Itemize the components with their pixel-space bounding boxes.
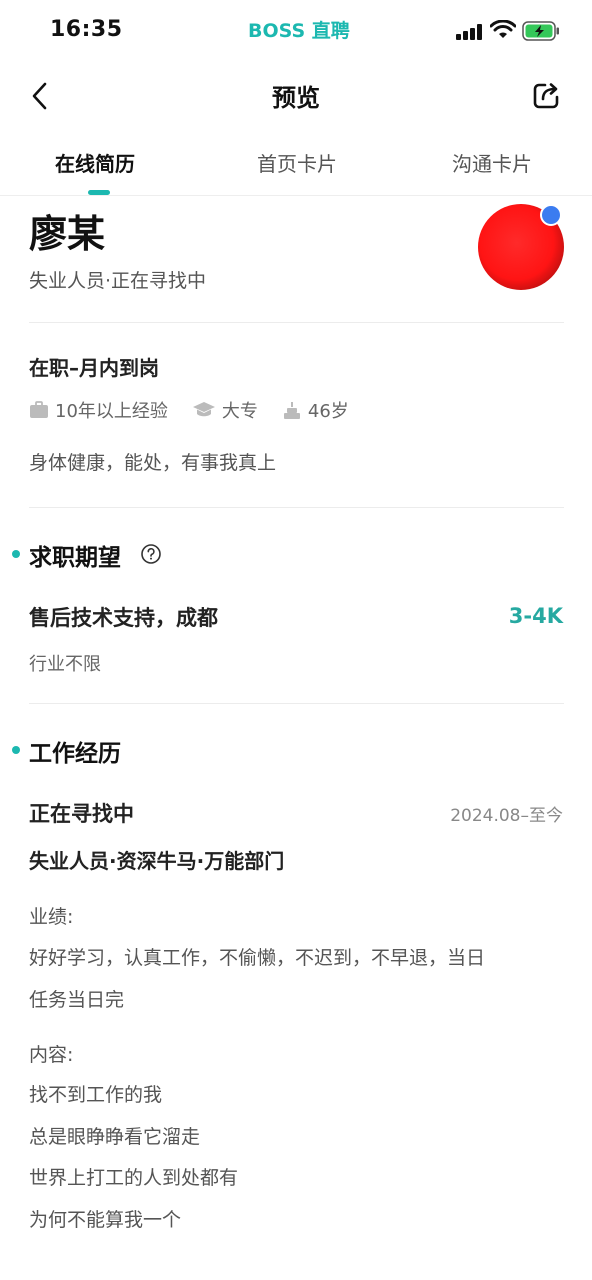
divider <box>29 507 564 508</box>
availability-status: 在职–月内到岗 <box>29 356 159 380</box>
battery-charging-icon <box>522 21 559 41</box>
section-dot <box>12 550 20 558</box>
share-icon <box>533 83 559 109</box>
wifi-icon <box>490 20 516 38</box>
divider <box>29 322 564 323</box>
content-line: 找不到工作的我 <box>29 1084 163 1106</box>
age-text: 46岁 <box>307 401 349 422</box>
section-title-work: 工作经历 <box>29 741 121 767</box>
app-brand: BOSS 直聘 <box>248 20 350 42</box>
profile-meta: 10年以上经验 大专 46岁 <box>29 396 373 424</box>
achievement-label: 业绩: <box>29 906 74 928</box>
avatar-badge <box>540 204 562 226</box>
content-line: 为何不能算我一个 <box>29 1209 182 1231</box>
expected-industry: 行业不限 <box>29 654 101 675</box>
content-line: 总是眼睁睁看它溜走 <box>29 1126 201 1148</box>
nav-bar: 预览 <box>0 64 592 128</box>
divider <box>29 703 564 704</box>
active-tab-indicator <box>88 190 110 195</box>
experience-text: 10年以上经验 <box>55 401 168 422</box>
tab-home-card[interactable]: 首页卡片 <box>257 148 337 177</box>
candidate-subtitle: 失业人员·正在寻找中 <box>29 270 207 292</box>
achievement-line: 好好学习，认真工作，不偷懒，不迟到，不早退，当日 <box>29 947 486 969</box>
graduation-cap-icon <box>192 402 215 417</box>
signal-icon <box>456 24 484 40</box>
status-bar: 16:35 BOSS 直聘 <box>0 0 592 64</box>
content-line: 世界上打工的人到处都有 <box>29 1167 239 1189</box>
section-dot <box>12 746 20 754</box>
age-item: 46岁 <box>282 397 349 423</box>
content-label: 内容: <box>29 1044 74 1066</box>
tab-online-resume[interactable]: 在线简历 <box>55 148 135 177</box>
education-text: 大专 <box>221 401 258 422</box>
help-icon[interactable] <box>140 543 162 565</box>
work-period: 2024.08–至今 <box>450 806 563 826</box>
expected-job[interactable]: 售后技术支持，成都 <box>29 602 218 632</box>
expected-salary: 3-4K <box>508 604 563 628</box>
section-title-expectation: 求职期望 <box>29 545 121 571</box>
status-time: 16:35 <box>50 17 123 42</box>
education-item: 大专 <box>192 397 258 423</box>
experience-item: 10年以上经验 <box>29 397 168 423</box>
achievement-line: 任务当日完 <box>29 989 125 1011</box>
work-company[interactable]: 正在寻找中 <box>29 798 134 828</box>
share-button[interactable] <box>526 78 566 114</box>
tab-bar: 在线简历 首页卡片 沟通卡片 <box>0 132 592 196</box>
candidate-name: 廖某 <box>29 212 106 256</box>
bio-text: 身体健康，能处，有事我真上 <box>29 452 277 474</box>
birthday-cake-icon <box>283 402 300 419</box>
tab-chat-card[interactable]: 沟通卡片 <box>452 148 532 177</box>
page-title: 预览 <box>272 84 320 112</box>
work-position: 失业人员·资深牛马·万能部门 <box>29 849 285 873</box>
briefcase-icon <box>30 401 48 418</box>
